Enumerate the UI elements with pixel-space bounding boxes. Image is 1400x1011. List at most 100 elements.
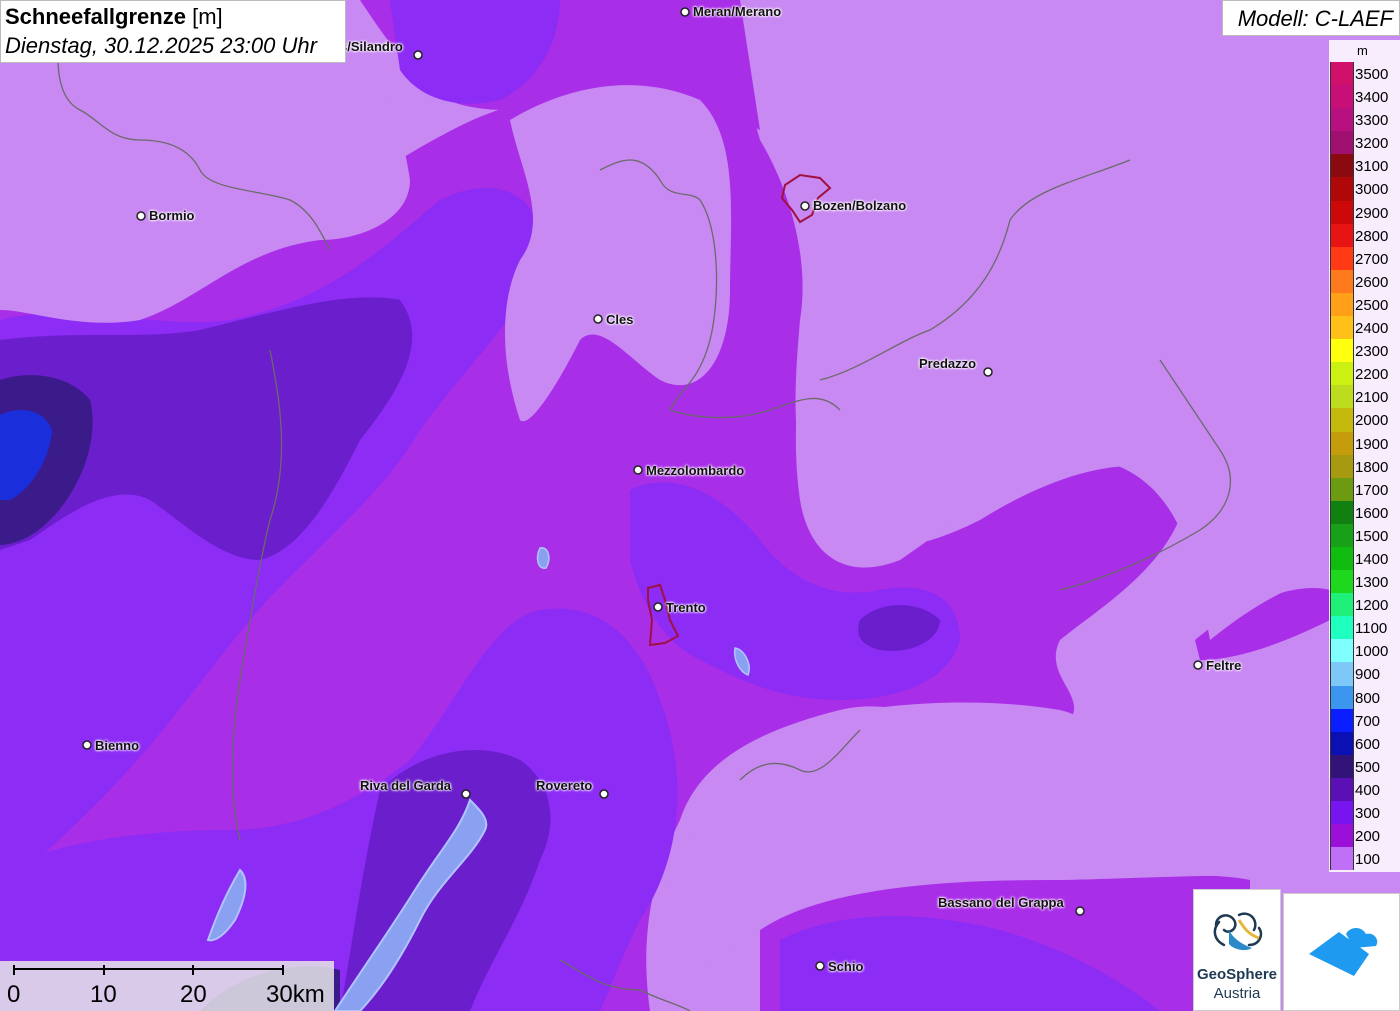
legend-row: 1000: [1330, 639, 1400, 663]
legend-row: 400: [1330, 777, 1400, 801]
legend-label: 2200: [1355, 366, 1389, 384]
legend-swatch: [1330, 131, 1354, 155]
legend-swatch: [1330, 408, 1354, 432]
legend-label: 800: [1355, 689, 1381, 707]
map-title-unit: [m]: [192, 4, 223, 29]
legend-swatch: [1330, 200, 1354, 224]
legend-row: 900: [1330, 662, 1400, 686]
legend-swatch: [1330, 639, 1354, 663]
city-label-feltre: Feltre: [1206, 658, 1242, 673]
legend-list: 3500 3400 3300 3200 3100 3000 2900 2800 2700 2600…: [1330, 62, 1400, 871]
legend-row: 3100: [1330, 154, 1400, 178]
scale-label-0: 0: [7, 981, 21, 1008]
legend-swatch: [1330, 593, 1354, 617]
legend-swatch: [1330, 824, 1354, 848]
title-panel: Schneefallgrenze [m] Dienstag, 30.12.202…: [0, 0, 346, 63]
legend-row: 800: [1330, 685, 1400, 709]
legend-label: 2900: [1355, 204, 1389, 222]
legend-label: 2300: [1355, 343, 1389, 361]
legend-row: 600: [1330, 731, 1400, 755]
legend-label: 400: [1355, 781, 1381, 799]
legend-swatch: [1330, 847, 1354, 871]
legend-swatch: [1330, 177, 1354, 201]
legend-label: 2600: [1355, 273, 1389, 291]
legend-label: 900: [1355, 666, 1381, 684]
legend-swatch: [1330, 685, 1354, 709]
legend-label: 2100: [1355, 389, 1389, 407]
city-label-bassano: Bassano del Grappa: [938, 895, 1064, 910]
legend-label: 1400: [1355, 550, 1389, 568]
city-label-cles: Cles: [606, 312, 634, 327]
city-label-trento: Trento: [666, 600, 706, 615]
legend-label: 1600: [1355, 504, 1389, 522]
legend-label: 3100: [1355, 158, 1389, 176]
legend-row: 1900: [1330, 431, 1400, 455]
legend-row: 500: [1330, 754, 1400, 778]
legend-row: 2800: [1330, 223, 1400, 247]
legend-row: 700: [1330, 708, 1400, 732]
legend-swatch: [1330, 546, 1354, 571]
legend-label: 1200: [1355, 597, 1389, 615]
legend-label: 1300: [1355, 574, 1389, 592]
legend-row: 2600: [1330, 269, 1400, 293]
map-title: Schneefallgrenze [m]: [5, 4, 223, 30]
legend-row: 1700: [1330, 477, 1400, 501]
legend-swatch: [1330, 570, 1354, 594]
legend-swatch: [1330, 454, 1354, 478]
legend-swatch: [1330, 662, 1354, 686]
legend-row: 2700: [1330, 246, 1400, 270]
city-label-bormio: Bormio: [149, 208, 195, 223]
legend-swatch: [1330, 316, 1354, 340]
legend-label: 3000: [1355, 181, 1389, 199]
city-label-predazzo: Predazzo: [919, 356, 977, 371]
scale-label-20: 20: [180, 981, 207, 1008]
map-datetime: Dienstag, 30.12.2025 23:00 Uhr: [5, 33, 317, 58]
city-label-mezzolombardo: Mezzolombardo: [646, 463, 745, 478]
geosphere-name: GeoSphere: [1196, 966, 1278, 983]
legend-unit: m: [1357, 43, 1368, 58]
city-label-rovereto: Rovereto: [536, 778, 593, 793]
legend-row: 1300: [1330, 570, 1400, 594]
legend-swatch: [1330, 477, 1354, 501]
legend-label: 100: [1355, 851, 1381, 869]
legend-label: 2500: [1355, 296, 1389, 314]
legend-swatch: [1330, 108, 1354, 132]
model-panel: Modell: C-LAEF: [1222, 0, 1400, 36]
legend-swatch: [1330, 731, 1354, 755]
cloud-logo[interactable]: [1283, 893, 1400, 1011]
legend-swatch: [1330, 269, 1354, 293]
legend-row: 1400: [1330, 546, 1400, 571]
legend-row: 1200: [1330, 593, 1400, 617]
scale-bar: 0 10 20 30km: [0, 961, 334, 1011]
legend-row: 2000: [1330, 408, 1400, 432]
snowline-map[interactable]: [0, 0, 1400, 1011]
legend-swatch: [1330, 754, 1354, 778]
legend-swatch: [1330, 777, 1354, 801]
legend-swatch: [1330, 246, 1354, 270]
legend-label: 500: [1355, 758, 1381, 776]
legend-swatch: [1330, 385, 1354, 409]
legend-swatch: [1330, 500, 1354, 524]
legend-label: 2700: [1355, 250, 1389, 268]
lake-small-1: [536, 547, 550, 569]
city-label-bienno: Bienno: [95, 738, 140, 753]
legend-label: 3200: [1355, 135, 1389, 153]
map-title-text: Schneefallgrenze: [5, 4, 186, 29]
legend-row: 1800: [1330, 454, 1400, 478]
geosphere-logo[interactable]: GeoSphere Austria: [1193, 889, 1281, 1011]
legend-label: 1700: [1355, 481, 1389, 499]
legend-row: 100: [1330, 847, 1400, 871]
legend-row: 300: [1330, 801, 1400, 825]
legend-row: 3300: [1330, 108, 1400, 132]
legend-label: 1500: [1355, 527, 1389, 545]
legend-swatch: [1330, 223, 1354, 247]
legend-label: 1100: [1355, 620, 1388, 638]
legend-row: 1500: [1330, 523, 1400, 547]
geosphere-country: Austria: [1213, 985, 1261, 1002]
legend-swatch: [1330, 85, 1354, 109]
legend-swatch: [1330, 362, 1354, 386]
legend-label: 1000: [1355, 643, 1389, 661]
legend-swatch: [1330, 154, 1354, 178]
legend-label: 1900: [1355, 435, 1389, 453]
legend-swatch: [1330, 431, 1354, 455]
